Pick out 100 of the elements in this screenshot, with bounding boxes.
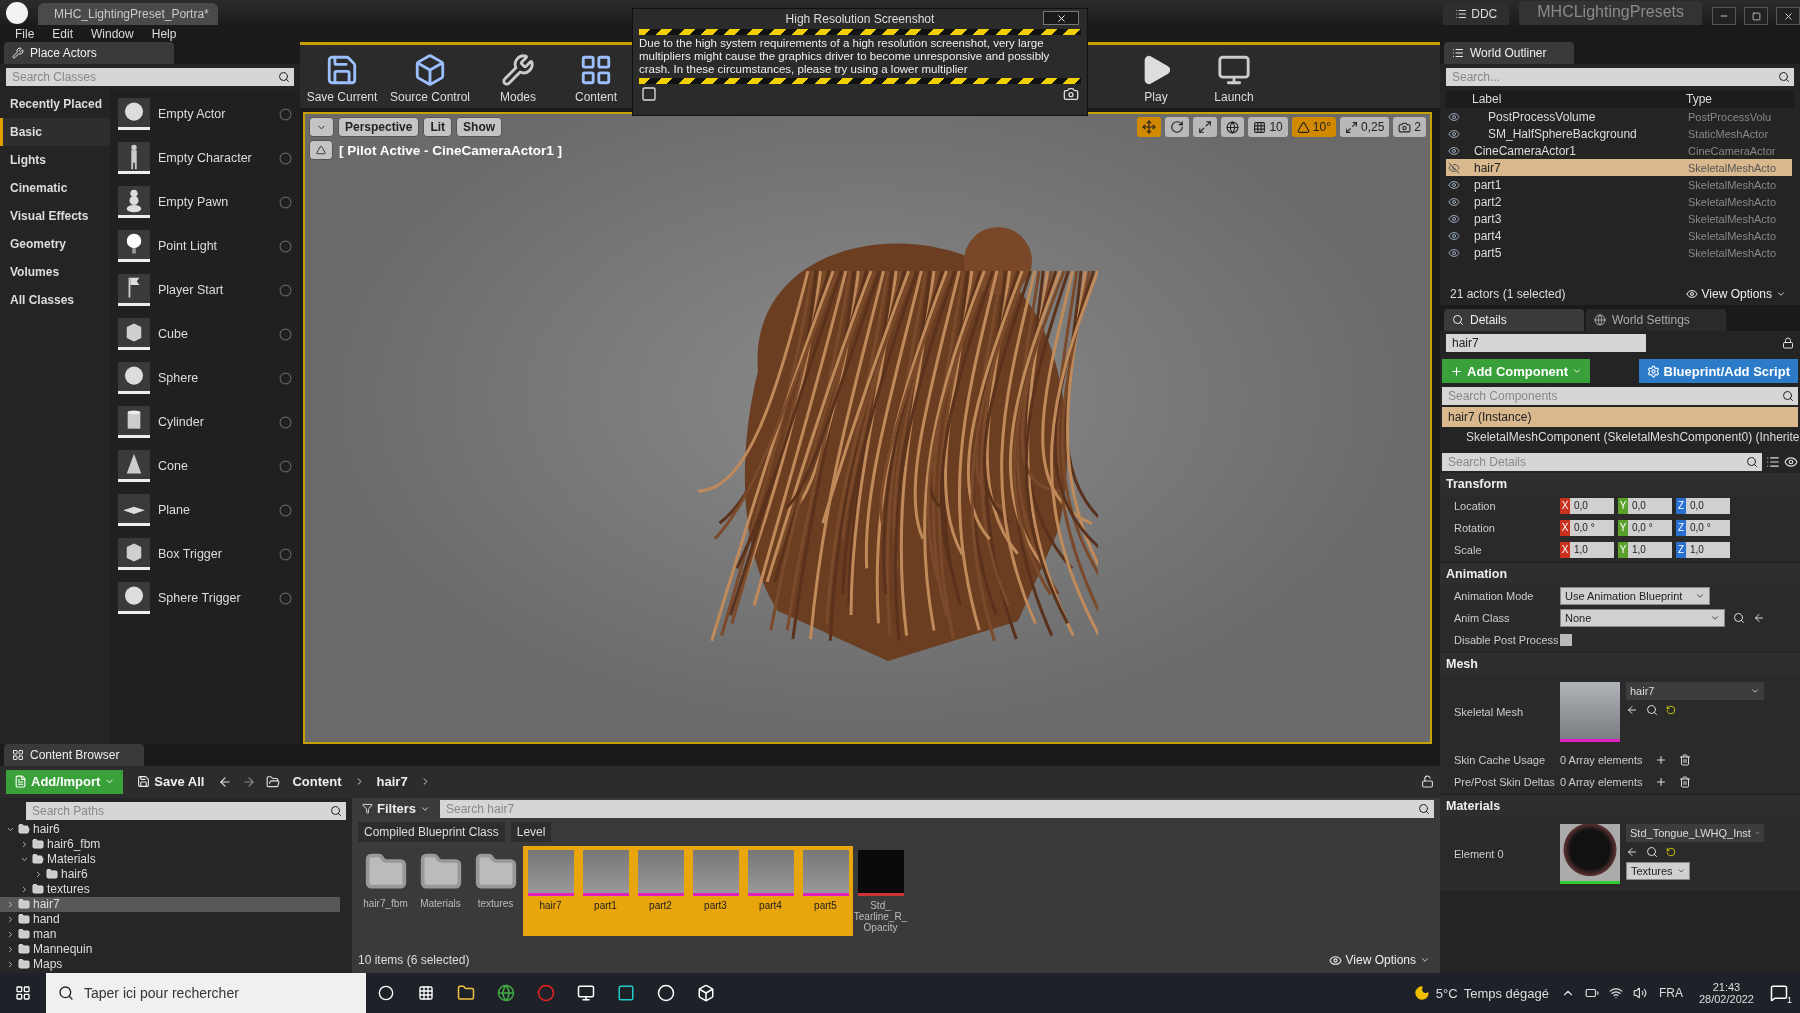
place-actors-tab[interactable]: Place Actors <box>4 42 174 64</box>
asset-tile[interactable]: hair7_fbm <box>358 845 413 936</box>
outliner-row[interactable]: part1 SkeletalMeshActo <box>1446 176 1792 193</box>
folder-tree-item[interactable]: hair6 <box>0 821 340 837</box>
viewport-menu-button[interactable] <box>309 117 334 137</box>
snap-button[interactable]: 10 <box>1248 117 1288 137</box>
folder-tree-item[interactable]: hair7 <box>0 896 340 912</box>
asset-tile[interactable]: Std_ Tearline_R_ Opacity <box>853 845 908 936</box>
language-indicator[interactable]: FRA <box>1658 986 1683 1000</box>
asset-tile[interactable]: part3 <box>688 845 743 936</box>
reset-icon[interactable] <box>1666 705 1676 715</box>
eye-icon[interactable] <box>1448 144 1460 157</box>
eye-closed-icon[interactable] <box>1448 161 1460 174</box>
arrow-left-icon[interactable] <box>1626 846 1638 858</box>
checkbox[interactable] <box>1560 634 1572 646</box>
snap-button[interactable]: 0,25 <box>1339 117 1390 137</box>
volume-icon[interactable] <box>1632 986 1647 1000</box>
arrow-left-icon[interactable] <box>1753 612 1765 624</box>
folder-tree-item[interactable]: Maps <box>0 956 340 972</box>
dropdown[interactable]: Use Animation Blueprint <box>1560 587 1710 605</box>
asset-tile[interactable]: part5 <box>798 845 853 936</box>
document-tab[interactable]: MHC_LightingPreset_Portra* <box>38 3 218 25</box>
folder-tree-item[interactable]: hand <box>0 911 340 927</box>
filters-button[interactable]: Filters <box>358 801 434 816</box>
folder-tree-item[interactable]: hair6_fbm <box>0 836 340 852</box>
asset-dropdown[interactable]: Std_Tongue_LWHQ_Inst <box>1626 824 1764 842</box>
actor-item[interactable]: Sphere <box>110 356 300 400</box>
eye-icon[interactable] <box>1448 178 1460 191</box>
ddc-button[interactable]: DDC <box>1443 3 1510 25</box>
asset-tile[interactable]: hair7 <box>523 845 578 936</box>
content-browser-tab[interactable]: Content Browser <box>4 743 144 766</box>
folder-tree-item[interactable]: textures <box>0 881 340 897</box>
globe-button[interactable] <box>1221 117 1245 137</box>
snap-button[interactable]: 2 <box>1393 117 1426 137</box>
number-field[interactable]: 1,0 <box>1686 542 1730 558</box>
asset-dropdown[interactable]: hair7 <box>1626 682 1764 700</box>
asset-tile[interactable]: Materials <box>413 845 468 936</box>
arrow-left-icon[interactable] <box>1626 704 1638 716</box>
clock-time[interactable]: 21:43 <box>1712 981 1741 993</box>
filter-chip[interactable]: Level <box>510 821 552 842</box>
search-icon[interactable] <box>1646 704 1658 716</box>
source-control-button[interactable]: Source Control <box>382 45 478 108</box>
camera-icon[interactable] <box>1063 86 1079 102</box>
actor-item[interactable]: Empty Actor <box>110 92 300 136</box>
outliner-row[interactable]: part2 SkeletalMeshActo <box>1446 193 1792 210</box>
eye-icon[interactable] <box>1448 195 1460 208</box>
menu-item[interactable]: Edit <box>43 25 83 42</box>
outliner-row[interactable]: hair7 SkeletalMeshActo <box>1446 159 1792 176</box>
actor-item[interactable]: Empty Character <box>110 136 300 180</box>
actor-item[interactable]: Sphere Trigger <box>110 576 300 620</box>
number-field[interactable]: 0,0 ° <box>1686 520 1730 536</box>
eye-icon[interactable] <box>1448 110 1460 123</box>
folder-tree-item[interactable]: hair6 <box>0 866 340 882</box>
section-header[interactable]: Transform <box>1440 473 1800 495</box>
component-row[interactable]: hair7 (Instance) <box>1442 407 1798 427</box>
folder-tree-item[interactable]: Materials <box>0 851 340 867</box>
add-icon[interactable] <box>1654 754 1667 766</box>
menu-item[interactable]: File <box>6 25 44 42</box>
category-tab[interactable]: Recently Placed <box>0 90 110 118</box>
search-icon[interactable] <box>1733 612 1745 624</box>
forward-icon[interactable] <box>242 774 257 789</box>
asset-tile[interactable]: textures <box>468 845 523 936</box>
save-current-button[interactable]: Save Current <box>304 45 380 108</box>
add-icon[interactable] <box>1654 776 1667 788</box>
list-icon[interactable] <box>1766 455 1780 469</box>
play-button[interactable]: Play <box>1118 45 1194 108</box>
asset-tile[interactable]: part4 <box>743 845 798 936</box>
modes-button[interactable]: Modes <box>480 45 556 108</box>
rotate-tool-button[interactable] <box>1165 117 1190 137</box>
category-tab[interactable]: All Classes <box>0 286 110 314</box>
eye-icon[interactable] <box>1448 127 1460 140</box>
category-tab[interactable]: Geometry <box>0 230 110 258</box>
actor-item[interactable]: Plane <box>110 488 300 532</box>
column-header[interactable]: Label <box>1446 92 1686 106</box>
clock-date[interactable]: 28/02/2022 <box>1698 993 1754 1005</box>
maximize-button[interactable] <box>1744 7 1768 25</box>
actor-item[interactable]: Cylinder <box>110 400 300 444</box>
taskbar-search-field[interactable]: Taper ici pour rechercher <box>46 973 366 1013</box>
number-field[interactable]: 1,0 <box>1628 542 1672 558</box>
menu-item[interactable]: Window <box>82 25 143 42</box>
category-tab[interactable]: Lights <box>0 146 110 174</box>
eye-icon[interactable] <box>1448 212 1460 225</box>
asset-tile[interactable]: part1 <box>578 845 633 936</box>
number-field[interactable]: 0,0 <box>1686 498 1730 514</box>
outliner-row[interactable]: SM_HalfSphereBackground StaticMeshActor <box>1446 125 1792 142</box>
textures-button[interactable]: Textures <box>1626 862 1690 880</box>
eye-icon[interactable] <box>1784 455 1798 469</box>
eject-button[interactable] <box>309 140 333 160</box>
blueprint-button[interactable]: Blueprint/Add Script <box>1638 359 1798 383</box>
component-row[interactable]: SkeletalMeshComponent (SkeletalMeshComponent0) (Inherite <box>1442 427 1798 447</box>
view-mode-button[interactable]: Perspective <box>338 117 420 137</box>
folder-tree-item[interactable]: man <box>0 926 340 942</box>
view-options-button[interactable]: View Options <box>1324 953 1434 967</box>
actor-item[interactable]: Empty Pawn <box>110 180 300 224</box>
scale-tool-button[interactable] <box>1193 117 1218 137</box>
view-mode-button[interactable]: Show <box>456 117 503 137</box>
actor-item[interactable]: Player Start <box>110 268 300 312</box>
category-tab[interactable]: Basic <box>0 118 110 146</box>
trash-icon[interactable] <box>1678 754 1691 766</box>
outliner-row[interactable]: part3 SkeletalMeshActo <box>1446 210 1792 227</box>
